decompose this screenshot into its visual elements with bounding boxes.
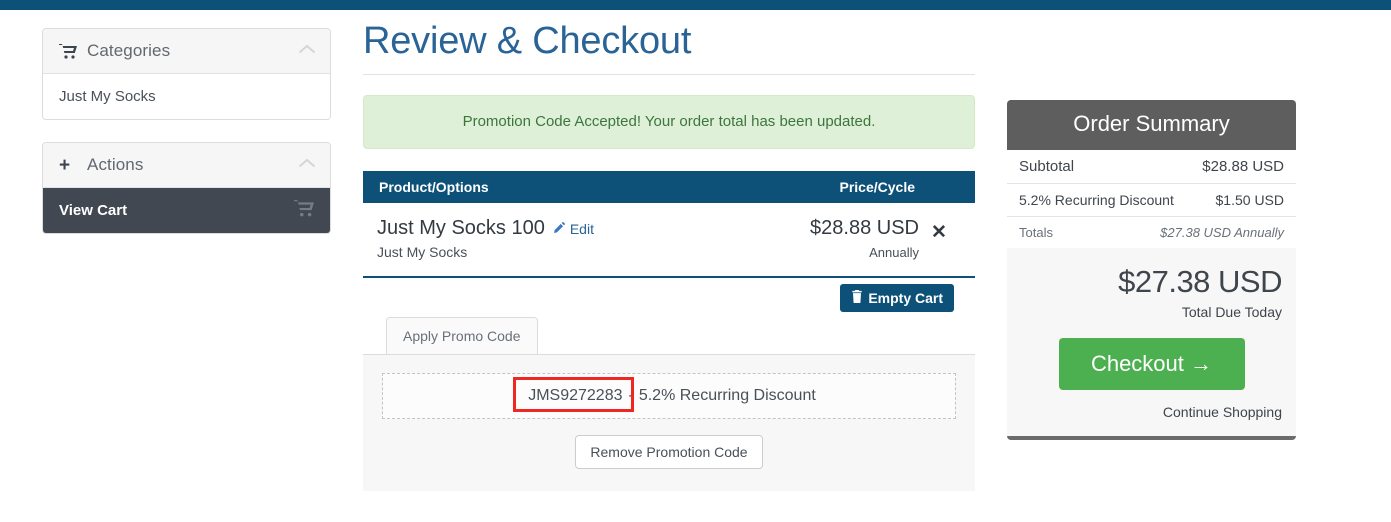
promo-accepted-alert: Promotion Code Accepted! Your order tota…	[363, 94, 975, 149]
checkout-label: Checkout	[1090, 351, 1184, 376]
sidebar-item-label: View Cart	[59, 202, 128, 219]
price-cell: $28.88 USD Annually	[729, 217, 919, 260]
chevron-up-icon[interactable]	[298, 156, 316, 174]
cart-icon	[59, 43, 81, 59]
main-content: Review & Checkout Promotion Code Accepte…	[363, 21, 975, 491]
categories-panel-header[interactable]: Categories	[43, 29, 330, 74]
column-header-price: Price/Cycle	[839, 178, 916, 195]
pencil-icon	[553, 221, 566, 237]
order-total-caption: Total Due Today	[1181, 304, 1282, 320]
summary-row-discount: 5.2% Recurring Discount $1.50 USD	[1007, 184, 1296, 217]
tab-label: Apply Promo Code	[403, 327, 521, 344]
order-total-block: $27.38 USD Total Due Today	[1007, 248, 1296, 320]
categories-panel: Categories Just My Socks	[42, 28, 331, 120]
summary-row-value: $27.38 USD Annually	[1160, 225, 1284, 240]
sidebar: Categories Just My Socks + Actions View …	[42, 28, 331, 256]
order-total-amount: $27.38 USD	[1118, 264, 1282, 299]
page-title: Review & Checkout	[363, 21, 975, 75]
product-price: $28.88 USD	[810, 216, 919, 239]
summary-row-value: $28.88 USD	[1202, 158, 1284, 175]
summary-row-value: $1.50 USD	[1215, 192, 1284, 208]
actions-panel: + Actions View Cart	[42, 142, 331, 234]
applied-promo-display: JMS9272283 - 5.2% Recurring Discount	[382, 372, 956, 419]
sidebar-item-label: Just My Socks	[59, 88, 156, 105]
product-cell: Just My Socks 100 Edit Just My Socks	[377, 217, 729, 260]
remove-promotion-code-button[interactable]: Remove Promotion Code	[575, 434, 763, 469]
categories-panel-title: Categories	[87, 41, 171, 60]
trash-icon	[851, 289, 863, 306]
cart-table-header: Product/Options Price/Cycle	[363, 170, 975, 203]
sidebar-item-just-my-socks[interactable]: Just My Socks	[43, 74, 330, 119]
plus-icon: +	[59, 154, 71, 176]
summary-row-label: Subtotal	[1019, 158, 1075, 175]
promo-tab-panel: JMS9272283 - 5.2% Recurring Discount Rem…	[363, 353, 975, 491]
column-header-product: Product/Options	[379, 178, 489, 195]
alert-text: Promotion Code Accepted! Your order tota…	[462, 113, 876, 131]
summary-row-label: Totals	[1019, 225, 1053, 240]
product-name: Just My Socks 100	[377, 216, 545, 239]
sidebar-item-view-cart[interactable]: View Cart	[43, 188, 330, 233]
product-name-line: Just My Socks 100 Edit	[377, 217, 729, 240]
checkout-button[interactable]: Checkout →	[1058, 338, 1245, 390]
tab-apply-promo-code[interactable]: Apply Promo Code	[386, 316, 538, 355]
empty-cart-button[interactable]: Empty Cart	[840, 283, 954, 312]
summary-row-totals: Totals $27.38 USD Annually	[1007, 217, 1296, 248]
actions-panel-header[interactable]: + Actions	[43, 143, 330, 188]
promo-description: 5.2% Recurring Discount	[638, 386, 816, 404]
order-summary-title: Order Summary	[1007, 100, 1296, 150]
promo-code-value: JMS9272283	[528, 386, 623, 404]
edit-label: Edit	[569, 220, 594, 237]
cart-table: Product/Options Price/Cycle Just My Sock…	[363, 170, 975, 278]
chevron-up-icon[interactable]	[298, 42, 316, 60]
edit-product-link[interactable]: Edit	[553, 221, 594, 237]
actions-panel-title: Actions	[87, 155, 144, 174]
empty-cart-row: Empty Cart	[363, 283, 975, 312]
table-row: Just My Socks 100 Edit Just My Socks $28…	[363, 202, 975, 278]
product-subtitle: Just My Socks	[377, 243, 468, 260]
top-accent-bar	[0, 0, 1391, 10]
product-cycle: Annually	[869, 244, 919, 260]
cart-icon	[294, 200, 314, 221]
close-x-icon[interactable]: ✕	[919, 217, 959, 244]
summary-row-subtotal: Subtotal $28.88 USD	[1007, 150, 1296, 184]
continue-shopping-label: Continue Shopping	[1162, 404, 1282, 420]
empty-cart-label: Empty Cart	[868, 289, 943, 306]
arrow-right-icon: →	[1190, 351, 1213, 376]
order-summary-panel: Order Summary Subtotal $28.88 USD 5.2% R…	[1007, 100, 1296, 440]
continue-shopping-link[interactable]: Continue Shopping	[1007, 390, 1296, 436]
summary-row-label: 5.2% Recurring Discount	[1019, 192, 1174, 208]
promo-tabs: Apply Promo Code	[363, 316, 975, 355]
